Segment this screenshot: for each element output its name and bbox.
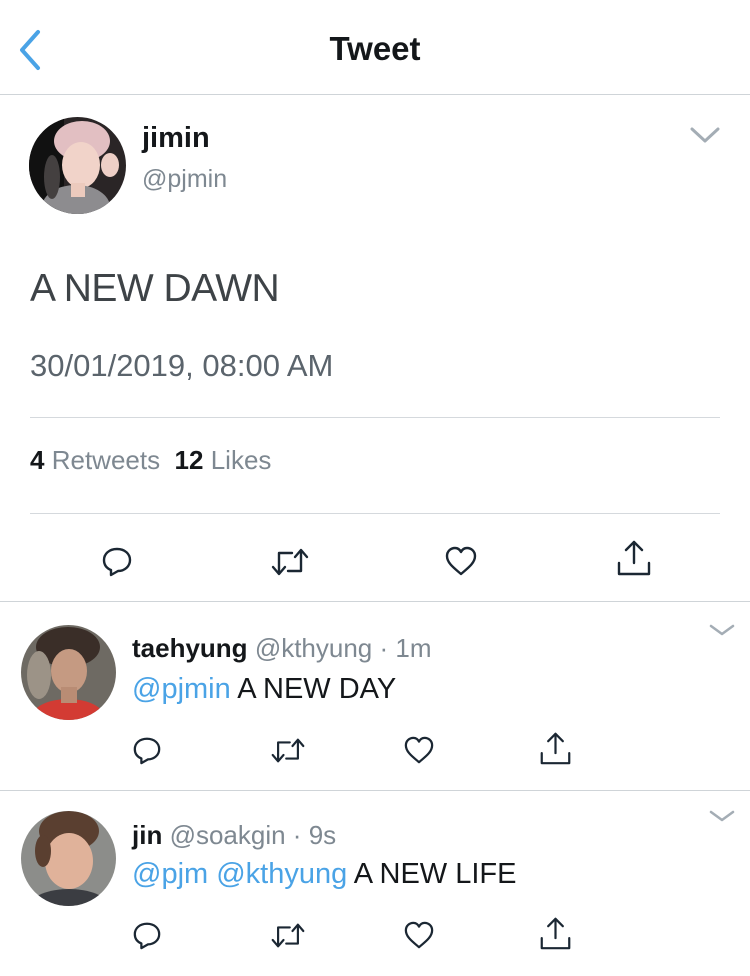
like-icon[interactable]	[444, 545, 478, 577]
reply-icon[interactable]	[132, 920, 162, 950]
author-handle[interactable]: @pjmin	[142, 165, 227, 194]
likes-count: 12	[174, 445, 204, 475]
reply-body-text: A NEW LIFE	[353, 858, 517, 890]
share-icon[interactable]	[539, 731, 572, 766]
avatar[interactable]	[21, 625, 116, 720]
likes-stat[interactable]: 12 Likes	[175, 445, 272, 475]
retweet-icon[interactable]	[270, 737, 306, 764]
share-icon[interactable]	[616, 539, 652, 577]
likes-label: Likes	[210, 445, 272, 475]
retweet-icon[interactable]	[270, 547, 310, 577]
retweet-icon[interactable]	[270, 922, 306, 949]
share-icon[interactable]	[539, 916, 572, 951]
reply-tweet[interactable]: taehyung @kthyung · 1m @pjmin A NEW DAY	[0, 603, 750, 791]
tweet-timestamp: 30/01/2019, 08:00 AM	[30, 348, 334, 383]
divider	[30, 417, 720, 418]
retweets-stat[interactable]: 4 Retweets	[30, 445, 160, 475]
chevron-down-icon[interactable]	[689, 125, 721, 145]
reply-author-name[interactable]: taehyung	[132, 633, 248, 663]
chevron-down-icon[interactable]	[709, 623, 735, 637]
author-name[interactable]: jimin	[142, 122, 210, 155]
tweet-stats: 4 Retweets 12 Likes	[30, 445, 271, 476]
like-icon[interactable]	[403, 920, 435, 950]
chevron-down-icon[interactable]	[709, 809, 735, 823]
reply-icon[interactable]	[132, 735, 162, 765]
main-tweet: jimin @pjmin A NEW DAWN 30/01/2019, 08:0…	[0, 95, 750, 602]
reply-author-name[interactable]: jin	[132, 820, 162, 850]
avatar[interactable]	[29, 117, 126, 214]
nav-bar: Tweet	[0, 0, 750, 95]
like-icon[interactable]	[403, 735, 435, 765]
reply-icon[interactable]	[101, 545, 133, 577]
reply-body-text: A NEW DAY	[237, 673, 397, 705]
reply-header: taehyung @kthyung · 1m	[132, 633, 432, 664]
reply-actions	[0, 731, 750, 771]
tweet-actions	[0, 535, 750, 585]
reply-text: @pjmin A NEW DAY	[132, 673, 396, 706]
reply-meta: @kthyung · 1m	[254, 633, 432, 663]
reply-actions	[0, 916, 750, 956]
mention-link[interactable]: @pjmin	[132, 673, 231, 705]
reply-meta: @soakgin · 9s	[169, 820, 337, 850]
mention-link[interactable]: @pjm @kthyung	[132, 858, 347, 890]
reply-text: @pjm @kthyung A NEW LIFE	[132, 858, 516, 891]
reply-header: jin @soakgin · 9s	[132, 820, 336, 851]
avatar[interactable]	[21, 811, 116, 906]
tweet-text: A NEW DAWN	[30, 267, 280, 310]
retweets-count: 4	[30, 445, 45, 475]
divider	[30, 513, 720, 514]
retweets-label: Retweets	[51, 445, 161, 475]
page-title: Tweet	[329, 30, 421, 67]
reply-tweet[interactable]: jin @soakgin · 9s @pjm @kthyung A NEW LI…	[0, 792, 750, 976]
